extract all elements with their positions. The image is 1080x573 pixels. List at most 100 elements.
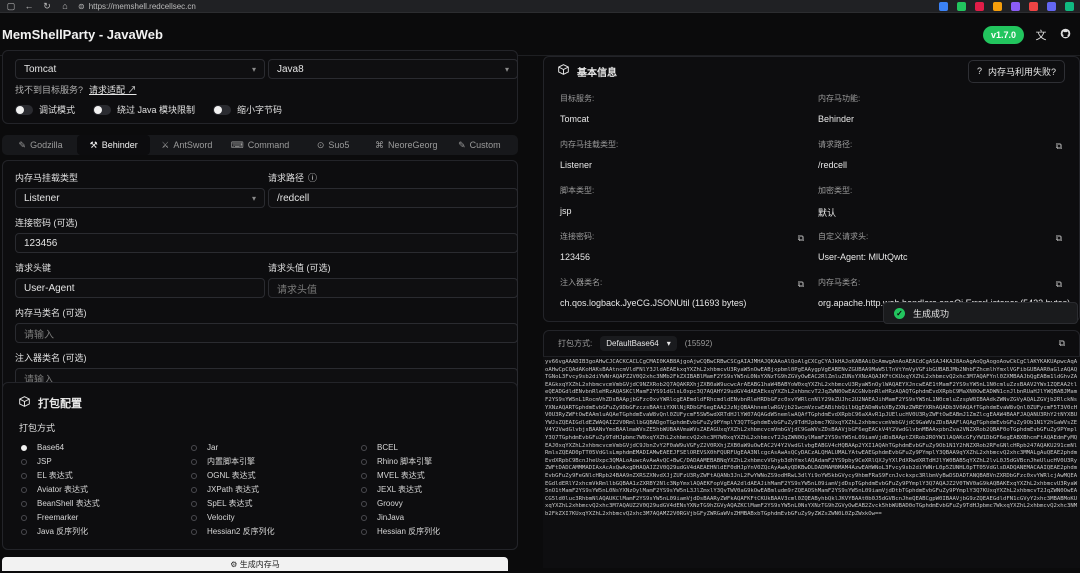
help-button[interactable]: ? 内存马利用失败? [967,59,1065,83]
packer-option[interactable]: JinJava [361,513,521,522]
shell-class-name-label: 内存马类名 (可选) [15,308,87,318]
tab-godzilla[interactable]: ✎ Godzilla [4,135,77,155]
radio-dot[interactable] [361,528,367,535]
packer-option[interactable]: BeanShell 表达式 [21,499,191,508]
radio-dot[interactable] [191,472,197,479]
extension-icon[interactable] [1011,1,1020,11]
packer-option[interactable]: OGNL 表达式 [191,471,361,480]
copy-icon[interactable]: ⧉ [798,279,804,290]
extension-icon[interactable] [939,1,948,11]
extension-icon[interactable] [1065,1,1074,11]
toggle-switch[interactable] [15,104,33,115]
packer-option[interactable]: Hessian2 反序列化 [191,527,361,536]
radio-dot[interactable] [361,458,367,465]
packer-option[interactable]: 内置脚本引擎 [191,457,361,466]
extension-icon[interactable] [1047,1,1056,11]
radio-dot[interactable] [191,528,197,535]
radio-dot[interactable] [191,486,197,493]
tab-custom[interactable]: ✎ Custom [443,135,516,155]
shrink-bytecode-toggle[interactable]: 缩小字节码 [213,103,282,116]
url-path-input[interactable]: /redcell [268,188,518,208]
tab-neoregeorg[interactable]: ⌘ NeoreGeorg [370,135,443,155]
header-key-input[interactable]: User-Agent [15,278,265,298]
copy-icon[interactable]: ⧉ [1056,141,1062,152]
shell-class-name-input[interactable]: 请输入 [15,323,518,343]
radio-dot[interactable] [21,486,27,493]
extension-icon[interactable] [993,1,1002,11]
packer-option[interactable]: EL 表达式 [21,471,191,480]
radio-dot[interactable] [191,458,197,465]
packer-option[interactable]: Java 反序列化 [21,527,191,536]
radio-dot[interactable] [361,444,367,451]
server-select[interactable]: Tomcat ▾ [15,59,265,79]
toggle-switch[interactable] [213,104,232,115]
radio-dot[interactable] [21,444,27,451]
window-icon[interactable]: ▢ [6,1,16,12]
info-value: jsp [560,206,572,216]
site-info-icon[interactable]: ⊜ [78,2,85,11]
info-key: 内存马挂载类型: [560,140,619,149]
copy-icon[interactable]: ⧉ [798,233,804,244]
packer-option[interactable]: Aviator 表达式 [21,485,191,494]
packer-option[interactable]: BCEL [361,443,521,452]
sword-icon: ⚔ [161,139,170,150]
request-adapt-link[interactable]: 请求适配 ↗ [89,83,137,96]
packer-option[interactable]: Groovy [361,499,521,508]
password-input[interactable]: 123456 [15,233,518,253]
header-value-input[interactable]: 请求头值 [268,278,518,298]
github-icon[interactable] [1058,28,1072,42]
packer-option[interactable]: Velocity [191,513,361,522]
extension-icon[interactable] [957,1,966,11]
packer-option[interactable]: SpEL 表达式 [191,499,361,508]
home-icon[interactable]: ⌂ [60,1,70,11]
packer-option[interactable]: JXPath 表达式 [191,485,361,494]
packer-option[interactable]: JEXL 表达式 [361,485,521,494]
info-field: 注入器类名: ch.qos.logback.JyeCG.JSONUtil (116… [560,277,818,323]
refresh-icon[interactable]: ↻ [42,1,52,12]
packer-option[interactable]: Base64 [21,443,191,452]
jdk-select[interactable]: Java8 ▾ [268,59,518,79]
packer-option[interactable]: Freemarker [21,513,191,522]
radio-dot[interactable] [361,472,367,479]
pack-method-select[interactable]: DefaultBase64 ▾ [600,335,677,351]
radio-dot[interactable] [21,500,27,507]
generate-button[interactable]: ⚙ 生成内存马 [2,557,508,571]
tab-suo5[interactable]: ⊙ Suo5 [297,135,370,155]
tab-behinder[interactable]: ⚒ Behinder [77,135,151,155]
info-icon[interactable]: ⓘ [308,171,317,184]
copy-icon[interactable]: ⧉ [1056,279,1062,290]
radio-dot[interactable] [361,514,367,521]
url-text: https://memshell.redcellsec.cn [88,1,196,11]
radio-dot[interactable] [191,444,197,451]
version-badge[interactable]: v1.7.0 [982,25,1024,44]
shell-type-select[interactable]: Listener ▾ [15,188,265,208]
packer-option[interactable]: JSP [21,457,191,466]
bypass-module-toggle[interactable]: 绕过 Java 模块限制 [93,103,195,116]
toggle-switch[interactable] [93,104,112,115]
radio-dot[interactable] [21,458,27,465]
language-icon[interactable]: 文 [1034,27,1048,43]
radio-dot[interactable] [191,514,197,521]
tab-antsword[interactable]: ⚔ AntSword [150,135,223,155]
back-icon[interactable]: ← [24,1,34,11]
packer-option[interactable]: Rhino 脚本引擎 [361,457,521,466]
radio-dot[interactable] [361,486,367,493]
debug-toggle[interactable]: 调试模式 [15,103,75,116]
tab-command[interactable]: ⌨ Command [223,135,296,155]
radio-dot[interactable] [21,472,27,479]
radio-dot[interactable] [21,514,27,521]
copy-icon[interactable]: ⧉ [1059,338,1065,349]
packer-option-label: JEXL 表达式 [377,485,423,494]
address-bar[interactable]: ⊜ https://memshell.redcellsec.cn [78,2,196,11]
extension-icon[interactable] [1029,1,1038,11]
copy-icon[interactable]: ⧉ [1056,233,1062,244]
radio-dot[interactable] [21,528,27,535]
payload-content[interactable]: yv66vgAAADIB3goAHwCJCACKCACLCgCMAI0KAB8A… [543,356,1080,568]
packer-method-label: 打包方式 [19,423,56,433]
packer-option[interactable]: Hessian 反序列化 [361,527,521,536]
packer-option[interactable]: MVEL 表达式 [361,471,521,480]
extension-icon[interactable] [975,1,984,11]
radio-dot[interactable] [361,500,367,507]
radio-dot[interactable] [191,500,197,507]
packer-option[interactable]: Jar [191,443,361,452]
